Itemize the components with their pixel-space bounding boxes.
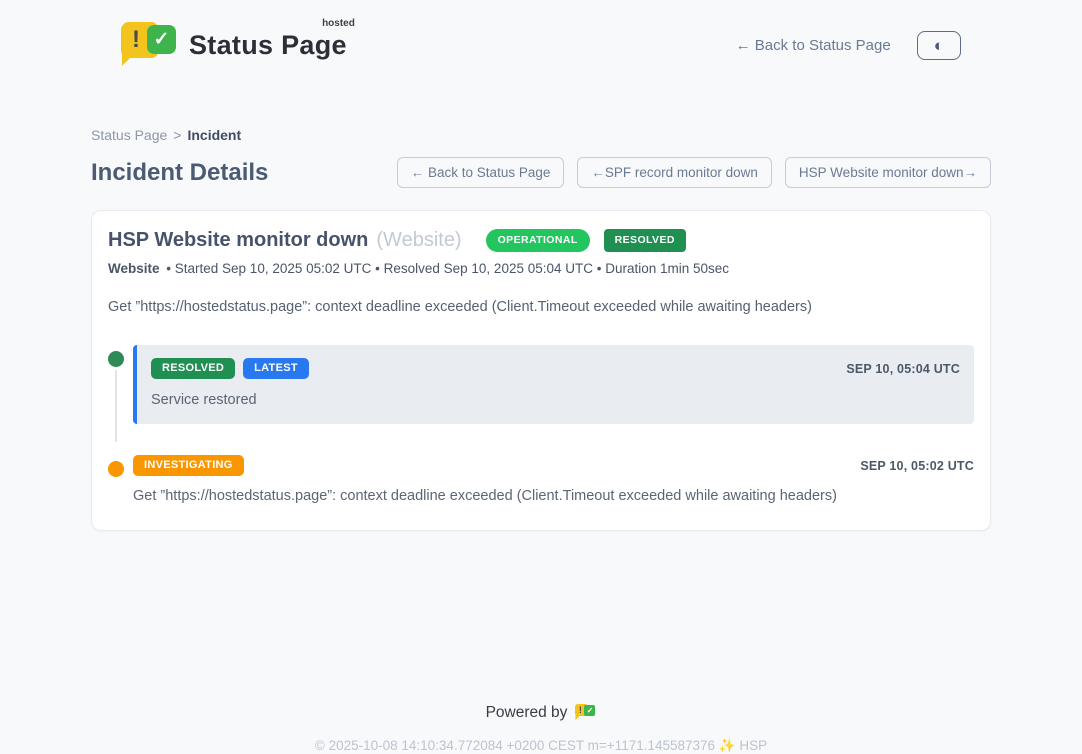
theme-toggle-button[interactable]: ◐ (917, 31, 961, 60)
back-to-status-page-button[interactable]: ← Back to Status Page (397, 157, 565, 188)
breadcrumb-current-incident: Incident (187, 127, 241, 143)
timeline-message: Service restored (151, 392, 960, 408)
incident-title: HSP Website monitor down (108, 229, 368, 252)
site-header: ! ✓ Status Page hosted ← Back to Status … (0, 0, 1082, 76)
brand-title: Status Page (189, 30, 347, 60)
timeline-dot-orange (108, 461, 124, 477)
footer-logo-icon[interactable]: ! ✓ (575, 703, 596, 722)
main-content: Status Page > Incident Incident Details ← … (91, 127, 991, 754)
timeline-entry-resolved: RESOLVED LATEST SEP 10, 05:04 UTC Servic… (108, 345, 974, 424)
operational-status-badge: OPERATIONAL (486, 229, 590, 252)
incident-nav-buttons: ← Back to Status Page ←SPF record monito… (397, 157, 991, 188)
incident-meta-dates: • Started Sep 10, 2025 05:02 UTC • Resol… (166, 261, 729, 276)
logo-check-icon: ✓ (147, 25, 176, 54)
incident-description: Get ”https://hostedstatus.page”: context… (108, 299, 974, 315)
page-footer: Powered by ! ✓ © 2025-10-08 14:10:34.772… (91, 703, 991, 754)
breadcrumb-status-page-link[interactable]: Status Page (91, 127, 167, 143)
incident-component-label: (Website) (376, 229, 461, 252)
copyright-text: © 2025-10-08 14:10:34.772084 +0200 CEST … (91, 738, 991, 754)
timeline-entry-content-highlighted: RESOLVED LATEST SEP 10, 05:04 UTC Servic… (133, 345, 974, 424)
status-page-logo-icon: ! ✓ (121, 22, 179, 68)
resolved-badge: RESOLVED (151, 358, 235, 379)
page-title: Incident Details (91, 159, 268, 187)
logo-exclamation: ! (132, 26, 140, 54)
timeline-message: Get ”https://hostedstatus.page”: context… (133, 488, 974, 504)
timeline-timestamp: SEP 10, 05:02 UTC (860, 459, 974, 473)
prev-incident-button[interactable]: ←SPF record monitor down (577, 157, 772, 188)
next-incident-button[interactable]: HSP Website monitor down→ (785, 157, 991, 188)
incident-meta-component: Website (108, 261, 160, 276)
incident-details-card: HSP Website monitor down (Website) OPERA… (91, 210, 991, 531)
breadcrumb-separator: > (173, 127, 181, 143)
timeline-dot-green (108, 351, 124, 367)
latest-badge: LATEST (243, 358, 309, 379)
powered-by: Powered by ! ✓ (486, 703, 597, 722)
powered-by-label: Powered by (486, 704, 568, 722)
timeline-timestamp: SEP 10, 05:04 UTC (846, 362, 960, 376)
timeline-entry-investigating: INVESTIGATING SEP 10, 05:02 UTC Get ”htt… (108, 455, 974, 504)
investigating-badge: INVESTIGATING (133, 455, 244, 476)
half-circle-theme-icon: ◐ (934, 36, 944, 55)
breadcrumb: Status Page > Incident (91, 127, 991, 143)
timeline-entry-content: INVESTIGATING SEP 10, 05:02 UTC Get ”htt… (133, 455, 974, 504)
status-page-logo[interactable]: ! ✓ Status Page hosted (121, 22, 347, 68)
header-back-to-status-page-link[interactable]: ← Back to Status Page (736, 37, 891, 54)
footer-logo-check-icon: ✓ (584, 705, 595, 716)
brand-wrap: Status Page hosted (189, 22, 347, 61)
incident-timeline: RESOLVED LATEST SEP 10, 05:04 UTC Servic… (108, 345, 974, 504)
resolved-state-badge: RESOLVED (604, 229, 686, 252)
incident-meta: Website • Started Sep 10, 2025 05:02 UTC… (108, 261, 974, 276)
brand-hosted-superscript: hosted (322, 18, 355, 29)
